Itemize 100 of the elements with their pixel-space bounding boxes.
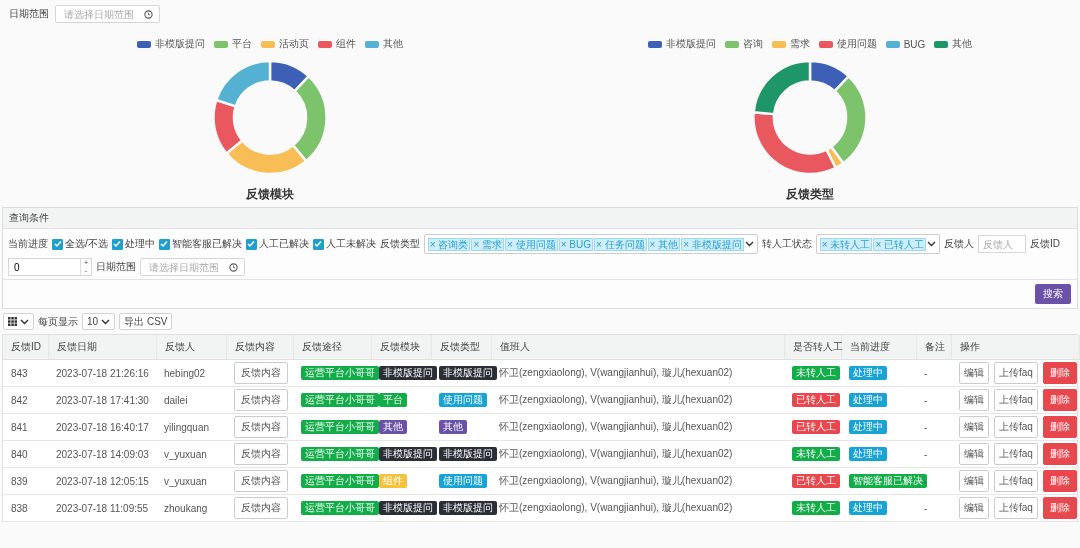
action-button[interactable]: 编辑 xyxy=(959,470,989,492)
feedback-content-button[interactable]: 反馈内容 xyxy=(234,443,288,465)
checkbox[interactable] xyxy=(158,238,170,250)
page-size-select[interactable]: 10 xyxy=(82,313,116,330)
delete-button[interactable]: 删除 xyxy=(1042,470,1077,492)
legend-label[interactable]: 平台 xyxy=(232,37,252,51)
action-button[interactable]: 编辑 xyxy=(959,389,989,411)
field-label: 反馈ID xyxy=(1030,237,1061,251)
increment-button[interactable]: + xyxy=(81,259,91,267)
legend-swatch[interactable] xyxy=(647,40,662,48)
table-cell: 843 xyxy=(3,359,48,387)
delete-button[interactable]: 删除 xyxy=(1042,362,1077,384)
column-header: 反馈内容 xyxy=(226,335,293,360)
legend-swatch[interactable] xyxy=(365,40,379,48)
progress-tag: 处理中 xyxy=(849,447,887,461)
checkbox[interactable] xyxy=(312,238,324,250)
delete-button[interactable]: 删除 xyxy=(1042,416,1077,438)
legend-swatch[interactable] xyxy=(885,40,900,48)
transfer-status-tag: 未转人工 xyxy=(792,501,840,515)
legend-label[interactable]: 非模版提问 xyxy=(155,37,205,51)
progress-tag: 处理中 xyxy=(849,393,887,407)
table-cell: 怀卫(zengxiaolong), V(wangjianhui), 璇儿(hexuan02) xyxy=(491,494,784,522)
legend-label[interactable]: 其他 xyxy=(952,37,973,51)
grid-icon[interactable] xyxy=(8,317,17,326)
table-cell: 2023-07-18 17:41:30 xyxy=(48,386,156,414)
legend-swatch[interactable] xyxy=(724,40,739,48)
legend-label[interactable]: BUG xyxy=(903,38,926,50)
chevron-down-icon[interactable] xyxy=(20,318,29,325)
action-button[interactable]: 上传faq xyxy=(994,389,1038,411)
field-label: 日期范围 xyxy=(96,260,136,274)
chevron-down-icon[interactable] xyxy=(101,318,111,325)
action-button[interactable]: 上传faq xyxy=(994,443,1038,465)
delete-button[interactable]: 删除 xyxy=(1042,389,1077,411)
checkbox[interactable] xyxy=(111,238,123,250)
checkbox-label[interactable]: 智能客服已解决 xyxy=(171,237,242,251)
legend-label[interactable]: 非模版提问 xyxy=(665,37,716,51)
action-button[interactable]: 编辑 xyxy=(959,416,989,438)
chevron-down-icon[interactable] xyxy=(744,241,754,247)
channel-tag: 运营平台小哥哥 xyxy=(301,420,379,434)
feedback-content-button[interactable]: 反馈内容 xyxy=(234,389,288,411)
feedback-content-button[interactable]: 反馈内容 xyxy=(234,470,288,492)
channel-tag: 运营平台小哥哥 xyxy=(301,366,379,380)
table-cell: 838 xyxy=(3,494,48,522)
channel-tag: 运营平台小哥哥 xyxy=(301,501,379,515)
field-label: 每页显示 xyxy=(38,314,78,329)
number-field[interactable]: 0 + - xyxy=(8,258,92,276)
date-range-field[interactable]: 请选择日期范围 xyxy=(55,5,160,23)
table-cell: v_yuxuan xyxy=(156,467,226,495)
legend-swatch[interactable] xyxy=(137,40,151,48)
checkbox-label[interactable]: 人工未解决 xyxy=(325,237,376,251)
delete-button[interactable]: 删除 xyxy=(1042,497,1077,519)
search-button[interactable]: 搜索 xyxy=(1035,284,1071,304)
legend-swatch[interactable] xyxy=(214,40,228,48)
feedback-content-button[interactable]: 反馈内容 xyxy=(234,416,288,438)
legend-label[interactable]: 组件 xyxy=(336,37,356,51)
checkbox-label[interactable]: 处理中 xyxy=(124,237,155,251)
delete-button[interactable]: 删除 xyxy=(1042,443,1077,465)
export-button[interactable]: 导出 CSV xyxy=(119,313,173,330)
clock-icon xyxy=(229,262,238,272)
transfer-status-tag: 已转人工 xyxy=(792,420,840,434)
legend-label[interactable]: 需求 xyxy=(789,37,810,51)
checkbox-label[interactable]: 全选/不选 xyxy=(65,237,108,251)
action-button[interactable]: 上传faq xyxy=(994,362,1038,384)
field-label: 反馈类型 xyxy=(379,237,420,251)
checkbox[interactable] xyxy=(245,238,257,250)
action-button[interactable]: 上传faq xyxy=(994,470,1038,492)
legend-swatch[interactable] xyxy=(818,40,833,48)
action-button[interactable]: 编辑 xyxy=(959,362,989,384)
feedback-content-button[interactable]: 反馈内容 xyxy=(234,497,288,519)
checkbox[interactable] xyxy=(52,238,63,250)
legend-swatch[interactable] xyxy=(934,40,949,48)
action-button[interactable]: 上传faq xyxy=(994,497,1038,519)
columns-button[interactable] xyxy=(3,313,34,330)
table-cell: 2023-07-18 12:05:15 xyxy=(48,467,156,495)
progress-tag: 处理中 xyxy=(849,501,887,515)
chart-title: 反馈类型 xyxy=(786,186,834,203)
action-button[interactable]: 编辑 xyxy=(959,497,989,519)
date-range-field[interactable]: 请选择日期范围 xyxy=(140,258,245,276)
input-field[interactable]: 反馈人 xyxy=(978,235,1027,253)
legend-swatch[interactable] xyxy=(318,40,332,48)
column-header: 值班人 xyxy=(491,335,784,360)
legend-swatch[interactable] xyxy=(771,40,786,48)
type-tag: 使用问题 xyxy=(439,474,487,488)
action-button[interactable]: 上传faq xyxy=(994,416,1038,438)
legend-label[interactable]: 使用问题 xyxy=(836,37,877,51)
table-cell: - xyxy=(916,386,951,414)
legend-label[interactable]: 其他 xyxy=(383,37,403,51)
decrement-button[interactable]: - xyxy=(81,267,91,275)
legend-label[interactable]: 咨询 xyxy=(742,37,763,51)
chevron-down-icon[interactable] xyxy=(927,241,937,247)
type-tag: 非模版提问 xyxy=(439,501,497,515)
legend-label[interactable]: 活动页 xyxy=(279,37,309,51)
action-button[interactable]: 编辑 xyxy=(959,443,989,465)
table-cell: dailei xyxy=(156,386,226,414)
clock-icon xyxy=(144,9,153,19)
legend-swatch[interactable] xyxy=(261,40,275,48)
transfer-status-tag: 未转人工 xyxy=(792,447,840,461)
type-tag: 非模版提问 xyxy=(439,447,497,461)
checkbox-label[interactable]: 人工已解决 xyxy=(258,237,309,251)
feedback-content-button[interactable]: 反馈内容 xyxy=(234,362,288,384)
